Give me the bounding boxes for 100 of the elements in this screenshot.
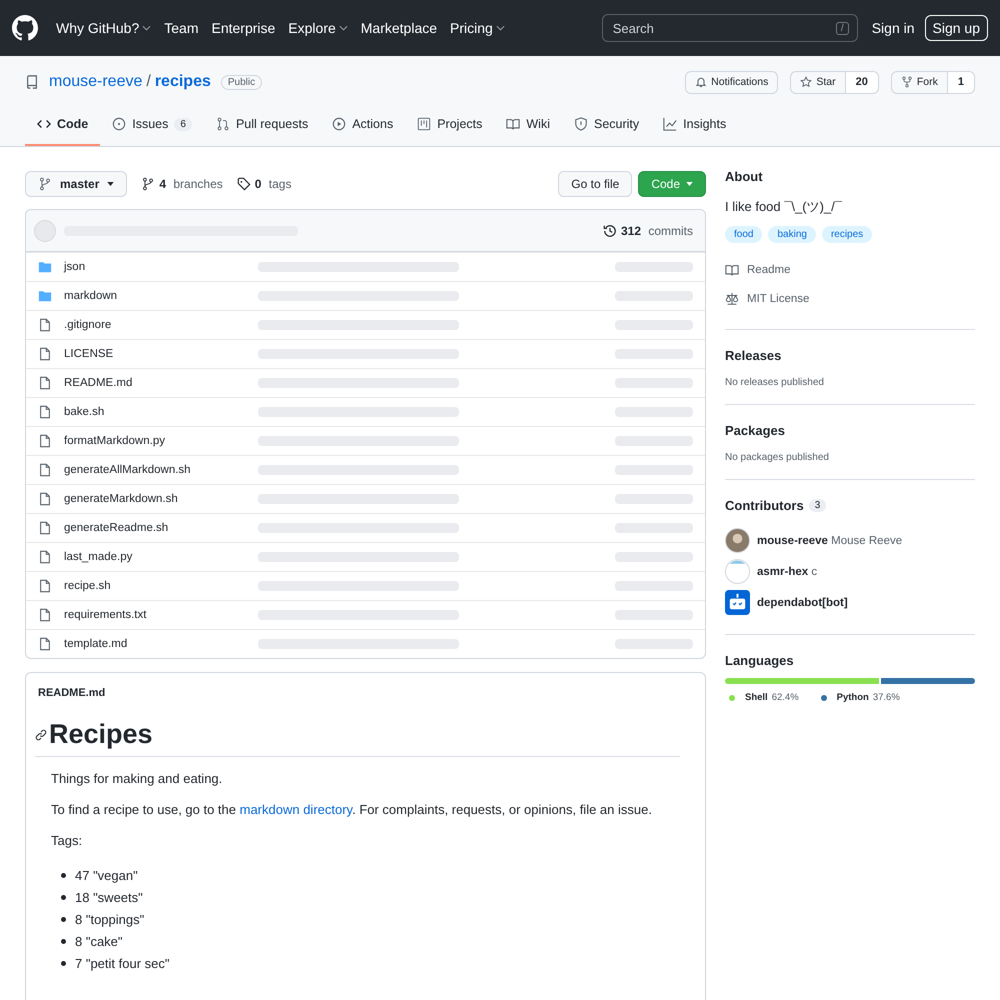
readme-filename: README.md [37, 686, 106, 699]
language-percent: 37.6% [872, 692, 900, 703]
topic-tag[interactable]: baking [768, 226, 816, 243]
file-icon [38, 637, 52, 651]
file-link[interactable]: formatMarkdown.py [64, 435, 246, 447]
bullet-icon [61, 894, 66, 900]
topic-tag[interactable]: recipes [822, 226, 872, 243]
chevron-down-icon [142, 25, 152, 31]
nav-link[interactable]: Enterprise [211, 20, 276, 36]
contributor-link[interactable]: dependabot[bot] [725, 587, 975, 618]
issue-count: 6 [174, 118, 192, 130]
scale-icon [725, 292, 739, 306]
repo-name-link[interactable]: recipes [154, 73, 211, 91]
tag-list-item: 7 "petit four sec" [75, 956, 170, 970]
file-link[interactable]: generateAllMarkdown.sh [64, 464, 246, 476]
file-icon [38, 376, 52, 390]
notifications-button[interactable]: Notifications [685, 70, 778, 94]
about-heading: About [725, 169, 764, 184]
file-link[interactable]: generateMarkdown.sh [64, 493, 246, 505]
bullet-icon [61, 938, 66, 944]
repo-tab[interactable]: Insights [651, 107, 738, 146]
fork-button[interactable]: Fork [890, 70, 948, 94]
chevron-down-icon [496, 25, 505, 31]
go-to-file-button[interactable]: Go to file [558, 171, 632, 197]
tag-list-item: 8 "toppings" [75, 912, 144, 926]
file-link[interactable]: LICENSE [64, 348, 246, 360]
tag-list-item: 8 "cake" [75, 934, 123, 948]
packages-heading: Packages [725, 423, 786, 438]
repo-tab[interactable]: Security [562, 107, 652, 146]
repo-tab[interactable]: Code [25, 107, 100, 146]
bullet-icon [61, 960, 66, 966]
fork-count: 1 [948, 70, 975, 94]
tag-list-item: 18 "sweets" [75, 890, 143, 904]
nav-link[interactable]: Explore [288, 20, 348, 36]
graph-icon [663, 117, 678, 131]
file-icon [38, 434, 52, 448]
nav-link[interactable]: Pricing [450, 20, 505, 36]
repo-tab[interactable]: Actions [320, 107, 406, 146]
sign-up-button[interactable]: Sign up [924, 15, 988, 41]
search-input[interactable]: Search [610, 20, 836, 36]
language-name: Shell [745, 692, 768, 703]
readme-paragraph: To find a recipe to use, go to the markdown directory. For complaints, requests, or opinions, file an issue. [51, 801, 653, 819]
branch-icon [38, 177, 52, 191]
robot-icon [725, 590, 750, 615]
contributors-count: 3 [808, 499, 826, 512]
link-icon[interactable] [35, 728, 47, 740]
repo-tab[interactable]: Wiki [494, 107, 562, 146]
chevron-down-icon [338, 25, 348, 31]
file-link[interactable]: .gitignore [64, 319, 246, 331]
search-field[interactable]: Search / [602, 14, 858, 42]
repo-description: I like food ¯\_(ツ)_/¯ [725, 198, 843, 216]
commits-link[interactable]: 312 commits [602, 224, 693, 238]
releases-note: No releases published [725, 377, 825, 388]
star-icon [800, 76, 812, 88]
nav-link[interactable]: Team [164, 20, 198, 36]
contributor-link[interactable]: asmr-hex c [725, 556, 975, 587]
play-icon [332, 117, 346, 131]
bullet-icon [61, 916, 66, 922]
branch-select-button[interactable]: master [25, 171, 128, 197]
file-link[interactable]: recipe.sh [64, 580, 246, 592]
file-link[interactable]: template.md [64, 638, 246, 650]
file-link[interactable]: requirements.txt [64, 609, 246, 621]
shortcut-key: / [836, 22, 849, 34]
file-link[interactable]: README.md [64, 377, 246, 389]
file-icon [38, 579, 52, 593]
branch-icon [141, 177, 156, 191]
branches-link[interactable]: 4 branches [141, 177, 223, 191]
markdown-directory-link[interactable]: markdown directory [240, 802, 352, 817]
sidebar-link[interactable]: MIT License [725, 284, 975, 313]
caret-icon [107, 182, 114, 186]
nav-link[interactable]: Why GitHub? [56, 20, 152, 36]
folder-icon [38, 289, 52, 303]
file-link[interactable]: json [64, 261, 246, 273]
file-link[interactable]: generateReadme.sh [64, 522, 246, 534]
file-link[interactable]: last_made.py [64, 551, 246, 563]
owner-link[interactable]: mouse-reeve [49, 73, 142, 91]
project-board-icon [417, 117, 432, 131]
file-icon [38, 405, 52, 419]
repo-tab[interactable]: Projects [405, 107, 494, 146]
tags-link[interactable]: 0 tags [236, 177, 292, 191]
sign-in-link[interactable]: Sign in [872, 20, 915, 36]
sidebar-link[interactable]: Readme [725, 255, 975, 284]
nav-link[interactable]: Marketplace [360, 20, 438, 36]
readme-paragraph: Things for making and eating. [51, 770, 224, 788]
star-button[interactable]: Star [790, 70, 846, 94]
repo-icon [25, 75, 39, 89]
fork-icon [900, 76, 913, 88]
releases-heading: Releases [725, 348, 782, 363]
file-icon [38, 492, 52, 506]
octocat-logo-icon[interactable] [12, 15, 38, 41]
languages-heading: Languages [725, 653, 795, 668]
topic-tag[interactable]: food [725, 226, 762, 243]
file-link[interactable]: markdown [64, 290, 246, 302]
file-link[interactable]: bake.sh [64, 406, 246, 418]
contributor-link[interactable]: mouse-reeve Mouse Reeve [725, 525, 975, 556]
language-percent: 62.4% [772, 692, 799, 703]
repo-tab[interactable]: Issues 6 [100, 107, 204, 146]
tag-icon [236, 177, 251, 191]
repo-tab[interactable]: Pull requests [204, 107, 320, 146]
file-icon [38, 550, 52, 564]
